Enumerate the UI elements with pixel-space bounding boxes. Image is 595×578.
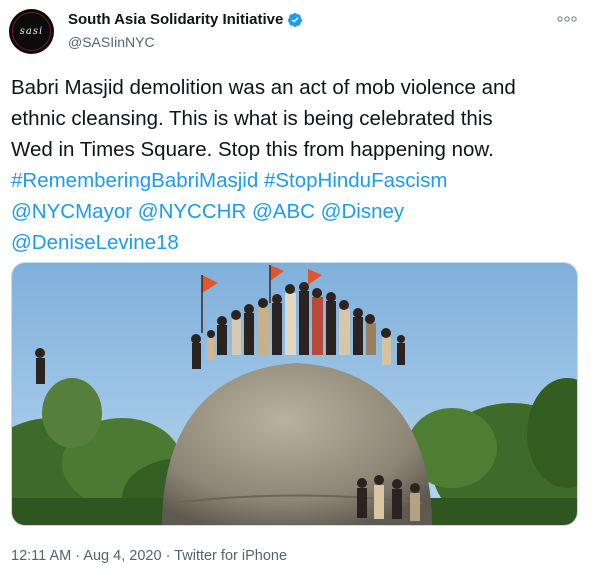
photo-illustration [12,263,577,525]
hashtag-link[interactable]: #RememberingBabriMasjid [11,169,258,192]
meta-separator: · [165,548,171,564]
author-name-row: South Asia Solidarity Initiative [68,11,303,28]
tweet-photo[interactable] [11,262,578,526]
tweet-meta: 12:11 AM · Aug 4, 2020 · Twitter for iPh… [11,548,287,564]
mention-link[interactable]: @DeniseLevine18 [11,231,179,254]
verified-badge-icon [288,12,303,27]
hashtag-link[interactable]: #StopHinduFascism [264,169,447,192]
tweet-text: Babri Masjid demolition was an act of mo… [11,72,586,258]
mention-link[interactable]: @NYCMayor [11,200,132,223]
tweet-date[interactable]: Aug 4, 2020 [83,548,161,564]
mention-link[interactable]: @NYCCHR [138,200,247,223]
tweet-source[interactable]: Twitter for iPhone [174,548,287,564]
author-handle[interactable]: @SASIinNYC [68,34,155,50]
meta-separator: · [75,548,81,564]
avatar-logo-text: sasi [19,26,44,37]
avatar[interactable]: sasi [9,9,54,54]
tweet-time[interactable]: 12:11 AM [11,548,71,564]
tweet-text-line: Babri Masjid demolition was an act of mo… [11,76,516,99]
display-name[interactable]: South Asia Solidarity Initiative [68,11,283,28]
mention-link[interactable]: @ABC [252,200,315,223]
tweet-text-line: Wed in Times Square. Stop this from happ… [11,138,494,161]
mention-link[interactable]: @Disney [321,200,404,223]
ellipsis-icon[interactable] [557,14,577,24]
avatar-ring: sasi [12,12,51,51]
tweet-text-line: ethnic cleansing. This is what is being … [11,107,493,130]
tweet: sasi South Asia Solidarity Initiative @S… [0,0,595,578]
